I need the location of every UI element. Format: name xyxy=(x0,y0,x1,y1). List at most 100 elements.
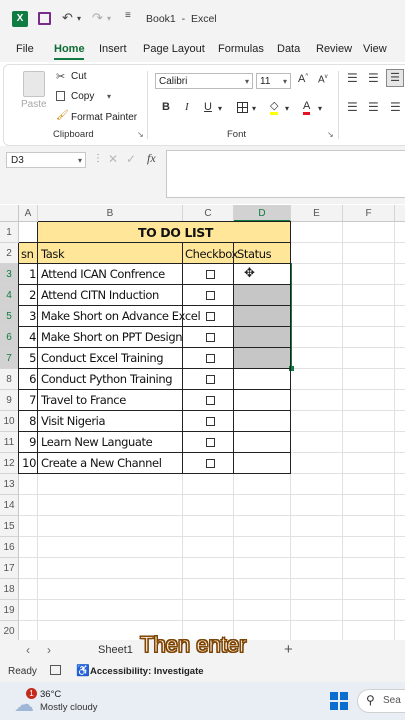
cut-button[interactable]: Cut xyxy=(71,71,87,82)
row-header-19[interactable]: 19 xyxy=(0,600,19,621)
row-header-13[interactable]: 13 xyxy=(0,474,19,495)
copy-icon[interactable] xyxy=(56,91,65,101)
name-box[interactable]: D3 ▾ xyxy=(6,152,86,168)
font-color-icon[interactable]: A xyxy=(303,100,311,115)
macro-record-icon[interactable] xyxy=(50,665,61,675)
weather-widget[interactable]: ☁ 1 36°C Mostly cloudy xyxy=(10,686,120,716)
cut-icon[interactable]: ✂ xyxy=(56,70,65,83)
italic-button[interactable]: I xyxy=(185,101,189,113)
formula-input[interactable] xyxy=(166,150,405,198)
align-top-icon[interactable]: ☰ xyxy=(347,71,358,85)
font-color-dropdown-icon[interactable]: ▾ xyxy=(318,104,322,113)
customize-toolbar-icon[interactable]: ≡ xyxy=(125,10,131,21)
select-all-corner[interactable] xyxy=(0,205,19,222)
underline-dropdown-icon[interactable]: ▾ xyxy=(218,104,222,113)
accessibility-status[interactable]: Accessibility: Investigate xyxy=(90,666,204,677)
tab-data[interactable]: Data xyxy=(277,43,300,55)
align-left-icon[interactable]: ☰ xyxy=(347,100,358,114)
format-painter-button[interactable]: Format Painter xyxy=(71,112,137,123)
row-header-6[interactable]: 6 xyxy=(0,327,19,348)
task-checkbox[interactable] xyxy=(206,375,215,384)
row-header-14[interactable]: 14 xyxy=(0,495,19,516)
underline-button[interactable]: U xyxy=(204,101,212,113)
tab-file[interactable]: File xyxy=(16,43,34,55)
task-checkbox[interactable] xyxy=(206,396,215,405)
bold-button[interactable]: B xyxy=(162,101,170,113)
sn-cell: 9 xyxy=(29,435,36,449)
row-header-4[interactable]: 4 xyxy=(0,285,19,306)
tab-view[interactable]: View xyxy=(363,43,387,55)
taskbar-search[interactable]: ⚲ Sea xyxy=(357,689,405,713)
save-icon[interactable] xyxy=(38,12,51,25)
fill-color-icon[interactable]: ◇ xyxy=(270,100,279,115)
tab-page-layout[interactable]: Page Layout xyxy=(143,43,205,55)
insert-function-button[interactable]: fx xyxy=(147,151,156,166)
borders-dropdown-icon[interactable]: ▾ xyxy=(252,104,256,113)
row-header-5[interactable]: 5 xyxy=(0,306,19,327)
undo-dropdown-icon[interactable]: ▾ xyxy=(77,14,81,23)
column-header-c[interactable]: C xyxy=(183,205,234,222)
row-header-16[interactable]: 16 xyxy=(0,537,19,558)
task-checkbox[interactable] xyxy=(206,312,215,321)
row-header-3[interactable]: 3 xyxy=(0,264,19,285)
redo-icon[interactable]: ↷ xyxy=(92,10,103,26)
copy-dropdown-icon[interactable]: ▾ xyxy=(107,92,111,101)
font-launcher-icon[interactable]: ↘ xyxy=(327,130,334,139)
sheet-prev-icon[interactable]: ‹ xyxy=(26,643,30,657)
column-header-g[interactable] xyxy=(395,205,405,222)
sheet-tab-sheet1[interactable]: Sheet1 xyxy=(98,644,133,656)
redo-dropdown-icon[interactable]: ▾ xyxy=(107,14,111,23)
clipboard-launcher-icon[interactable]: ↘ xyxy=(137,130,144,139)
align-bottom-icon[interactable]: ☰ xyxy=(386,69,404,87)
accessibility-icon[interactable]: ♿ xyxy=(76,664,90,677)
column-header-e[interactable]: E xyxy=(291,205,343,222)
task-checkbox[interactable] xyxy=(206,354,215,363)
column-header-b[interactable]: B xyxy=(38,205,183,222)
undo-icon[interactable]: ↶ xyxy=(62,10,73,26)
row-header-12[interactable]: 12 xyxy=(0,453,19,474)
font-name-combo[interactable]: Calibri ▾ xyxy=(155,73,253,89)
tab-home[interactable]: Home xyxy=(54,43,85,55)
row-header-1[interactable]: 1 xyxy=(0,222,19,243)
tab-formulas[interactable]: Formulas xyxy=(218,43,264,55)
column-header-d[interactable]: D xyxy=(234,205,291,222)
sheet-next-icon[interactable]: › xyxy=(47,643,51,657)
task-checkbox[interactable] xyxy=(206,270,215,279)
spreadsheet-grid[interactable]: A B C D E F 1 2 3 4 5 6 7 8 9 10 11 12 13 14 15 16 17 18 1… xyxy=(0,205,405,640)
task-checkbox[interactable] xyxy=(206,438,215,447)
align-right-icon[interactable]: ☰ xyxy=(390,100,401,114)
task-checkbox[interactable] xyxy=(206,291,215,300)
row-header-2[interactable]: 2 xyxy=(0,243,19,264)
fill-color-dropdown-icon[interactable]: ▾ xyxy=(285,104,289,113)
increase-font-icon[interactable]: A^ xyxy=(298,73,308,85)
row-header-18[interactable]: 18 xyxy=(0,579,19,600)
row-header-7[interactable]: 7 xyxy=(0,348,19,369)
row-header-17[interactable]: 17 xyxy=(0,558,19,579)
row-header-8[interactable]: 8 xyxy=(0,369,19,390)
task-checkbox[interactable] xyxy=(206,333,215,342)
borders-icon[interactable] xyxy=(237,102,248,113)
row-header-20[interactable]: 20 xyxy=(0,621,19,640)
tab-insert[interactable]: Insert xyxy=(99,43,127,55)
align-middle-icon[interactable]: ☰ xyxy=(368,71,379,85)
row-header-15[interactable]: 15 xyxy=(0,516,19,537)
start-icon[interactable] xyxy=(330,692,348,710)
row-header-10[interactable]: 10 xyxy=(0,411,19,432)
font-size-combo[interactable]: 11 ▾ xyxy=(256,73,291,89)
column-header-a[interactable]: A xyxy=(19,205,38,222)
tab-review[interactable]: Review xyxy=(316,43,352,55)
task-checkbox[interactable] xyxy=(206,417,215,426)
enter-icon[interactable]: ✓ xyxy=(126,152,136,166)
task-checkbox[interactable] xyxy=(206,459,215,468)
add-sheet-icon[interactable]: + xyxy=(284,641,293,658)
paste-button[interactable]: Paste xyxy=(18,69,48,115)
decrease-font-icon[interactable]: Av xyxy=(318,74,328,85)
cancel-icon[interactable]: ✕ xyxy=(108,152,118,166)
column-header-f[interactable]: F xyxy=(343,205,395,222)
format-painter-icon[interactable]: 🖌 xyxy=(56,110,69,121)
row-header-9[interactable]: 9 xyxy=(0,390,19,411)
align-center-icon[interactable]: ☰ xyxy=(368,100,379,114)
more-options-icon[interactable]: ⋮ xyxy=(93,153,103,164)
row-header-11[interactable]: 11 xyxy=(0,432,19,453)
copy-button[interactable]: Copy xyxy=(71,91,94,102)
